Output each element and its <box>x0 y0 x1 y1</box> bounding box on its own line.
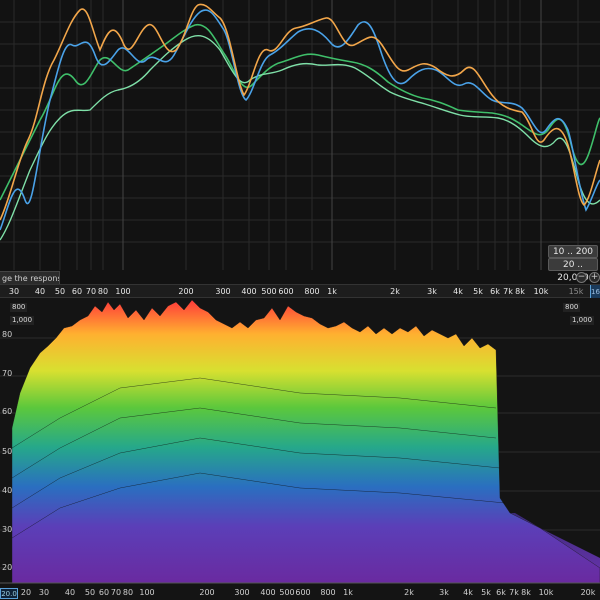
freq-tick: 10k <box>533 287 549 296</box>
average-responses-label[interactable]: ge the responses <box>0 271 60 284</box>
freq-tick: 6k <box>496 588 506 597</box>
spectrum-analyzer-window: 10 .. 200 20 .. 20,000 − + ge the respon… <box>0 0 600 600</box>
freq-tick: 400 <box>241 287 257 296</box>
db-label: 80 <box>2 330 13 339</box>
freq-tick: 8k <box>521 588 531 597</box>
freq-tick: 200 <box>178 287 194 296</box>
freq-tick: 600 <box>295 588 311 597</box>
db-label: 40 <box>2 486 13 495</box>
freq-tick: 4k <box>463 588 473 597</box>
freq-tick: 6k <box>490 287 500 296</box>
freq-tick: 70 <box>110 588 122 597</box>
freq-tick: 300 <box>234 588 250 597</box>
freq-tick: 4k <box>453 287 463 296</box>
zoom-out-icon[interactable]: − <box>576 272 587 283</box>
freq-tick: 200 <box>199 588 215 597</box>
freq-tick: 500 <box>279 588 295 597</box>
freq-tick: 100 <box>139 588 155 597</box>
freq-tick: 7k <box>509 588 519 597</box>
depth-label: 800 <box>10 303 28 312</box>
freq-tick: 7k <box>503 287 513 296</box>
freq-tick: 30 <box>38 588 50 597</box>
freq-tick: 400 <box>260 588 276 597</box>
freq-tick: 2k <box>390 287 400 296</box>
zoom-in-icon[interactable]: + <box>589 272 600 283</box>
freq-tick: 80 <box>97 287 109 296</box>
freq-tick: 3k <box>439 588 449 597</box>
freq-tick: 20 <box>20 588 32 597</box>
frequency-axis: 30 40 50 60 70 80 100 200 300 400 500 60… <box>0 284 600 299</box>
freq-tick: 1k <box>327 287 337 296</box>
freq-tick: 5k <box>473 287 483 296</box>
db-label: 60 <box>2 407 13 416</box>
range-10-200-button[interactable]: 10 .. 200 <box>548 245 598 258</box>
axis-scroll-handle[interactable]: 16 <box>590 285 600 299</box>
freq-tick: 800 <box>320 588 336 597</box>
freq-tick: 8k <box>515 287 525 296</box>
freq-tick: 500 <box>261 287 277 296</box>
freq-tick: 70 <box>85 287 97 296</box>
db-label: 50 <box>2 447 13 456</box>
freq-tick: 80 <box>122 588 134 597</box>
freq-tick: 300 <box>215 287 231 296</box>
freq-tick: 800 <box>304 287 320 296</box>
corner-value-field[interactable]: 20.0 <box>0 588 18 599</box>
freq-tick: 15k <box>568 287 584 296</box>
freq-tick: 30 <box>8 287 20 296</box>
freq-tick: 10k <box>538 588 554 597</box>
freq-tick: 2k <box>404 588 414 597</box>
freq-tick: 50 <box>84 588 96 597</box>
freq-tick: 60 <box>71 287 83 296</box>
freq-tick: 50 <box>54 287 66 296</box>
freq-tick: 3k <box>427 287 437 296</box>
depth-label: 1,000 <box>570 316 595 325</box>
freq-tick: 1k <box>343 588 353 597</box>
range-20-20000-button[interactable]: 20 .. 20,000 <box>548 258 598 283</box>
frequency-response-graph <box>0 0 600 270</box>
depth-label: 1,000 <box>10 316 35 325</box>
freq-tick: 40 <box>64 588 76 597</box>
freq-tick: 5k <box>481 588 491 597</box>
freq-tick: 20k <box>580 588 596 597</box>
waterfall-plot <box>0 298 600 600</box>
freq-tick: 600 <box>278 287 294 296</box>
depth-label: 800 <box>563 303 581 312</box>
bottom-frequency-axis: 20 30 40 50 60 70 80 100 200 300 400 500… <box>0 586 600 600</box>
freq-tick: 60 <box>98 588 110 597</box>
db-label: 20 <box>2 563 13 572</box>
freq-tick: 40 <box>34 287 46 296</box>
db-label: 30 <box>2 525 13 534</box>
freq-tick: 100 <box>115 287 131 296</box>
db-label: 70 <box>2 369 13 378</box>
